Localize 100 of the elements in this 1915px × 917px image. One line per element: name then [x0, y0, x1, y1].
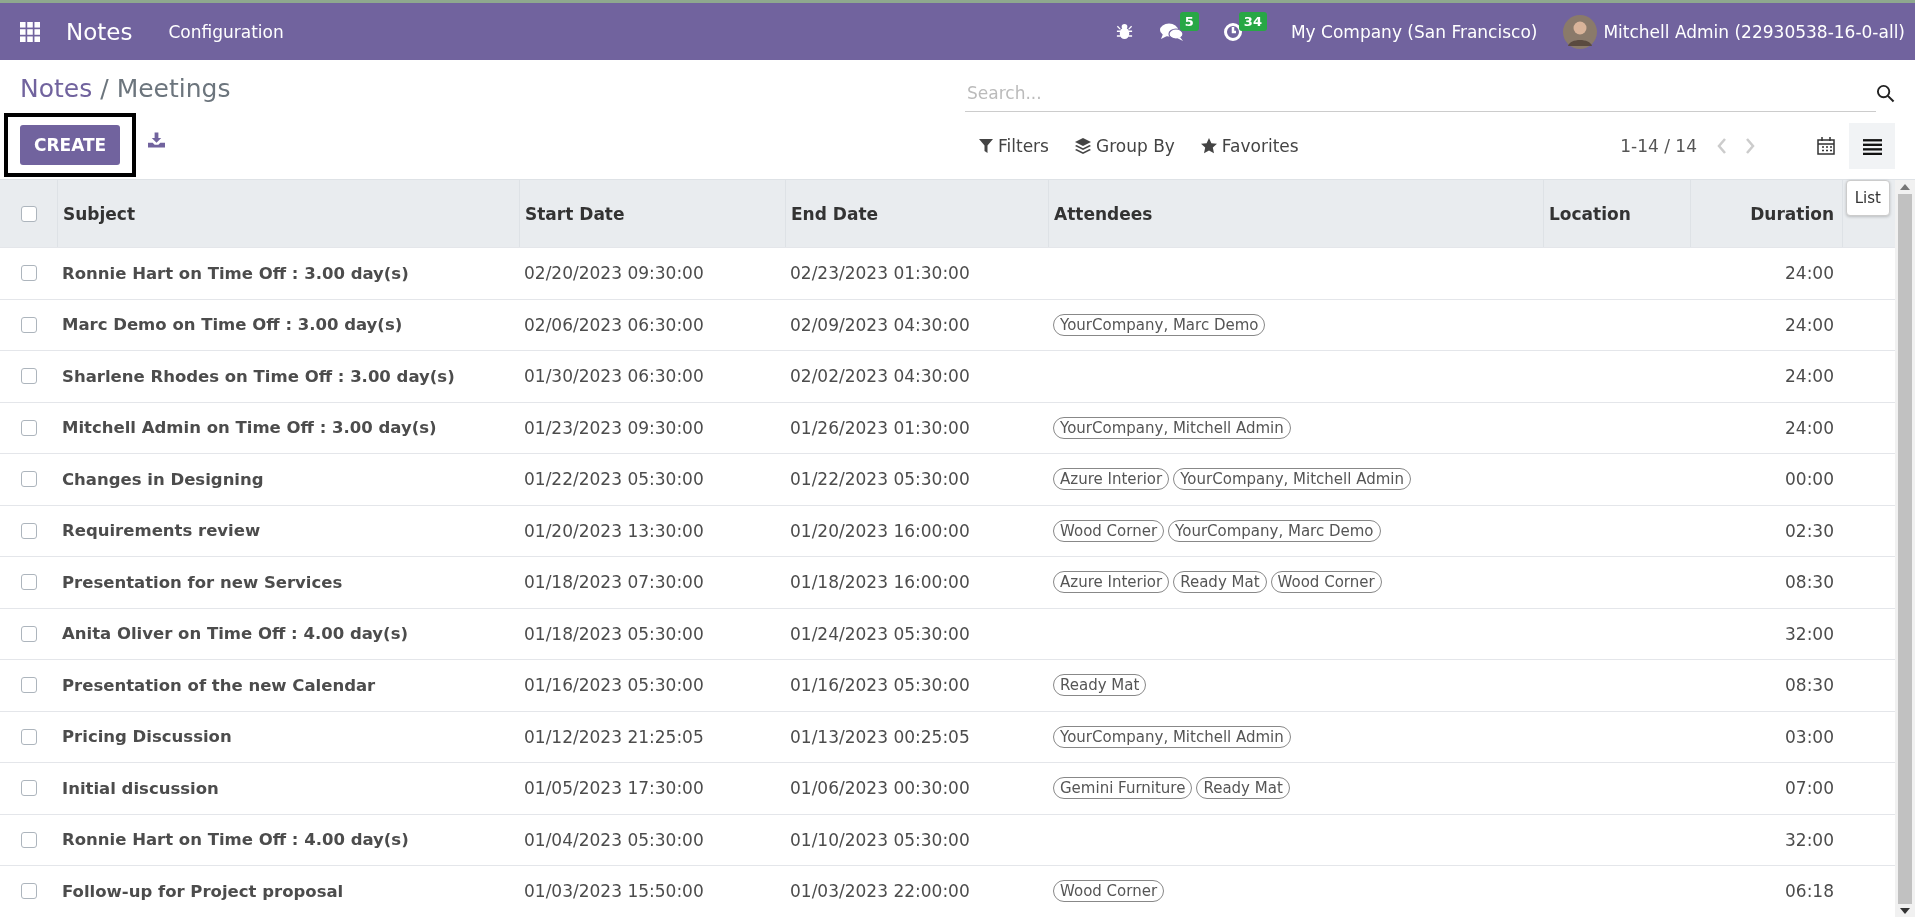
scroll-down-icon[interactable] [1900, 907, 1910, 914]
table-cell-text: 01/20/2023 13:30:00 [523, 519, 705, 543]
next-page-icon[interactable] [1745, 138, 1755, 154]
table-cell-text: 01/30/2023 06:30:00 [523, 365, 705, 389]
table-cell-text: 07:00 [1784, 777, 1835, 801]
row-checkbox[interactable] [20, 574, 37, 591]
table-cell-text: 01/10/2023 05:30:00 [789, 828, 971, 852]
calendar-icon [1817, 137, 1835, 155]
table-cell-text: 01/04/2023 05:30:00 [523, 828, 705, 852]
row-checkbox[interactable] [20, 368, 37, 385]
row-checkbox[interactable] [20, 471, 37, 488]
table-cell-text: Ronnie Hart on Time Off : 3.00 day(s) [61, 262, 410, 285]
tooltip: List [1845, 180, 1890, 216]
table-cell-text: Presentation of the new Calendar [61, 674, 377, 697]
row-checkbox[interactable] [20, 780, 37, 797]
table-cell-text: 02/02/2023 04:30:00 [789, 365, 971, 389]
row-checkbox[interactable] [20, 419, 37, 436]
row-checkbox[interactable] [20, 677, 37, 694]
table-cell-text: 24:00 [1784, 313, 1835, 337]
table-cell-text: 01/06/2023 00:30:00 [789, 777, 971, 801]
table-cell-text: Mitchell Admin on Time Off : 3.00 day(s) [61, 417, 438, 440]
table-cell-text: 02/06/2023 06:30:00 [523, 313, 705, 337]
table-cell-text: 08:30 [1784, 571, 1835, 595]
table-cell-text: 00:00 [1784, 468, 1835, 492]
app-title[interactable]: Notes [66, 18, 133, 45]
activities-count: 34 [1238, 11, 1267, 31]
apps-menu-icon[interactable] [20, 21, 40, 42]
breadcrumb-separator: / [100, 74, 109, 103]
breadcrumb-link[interactable]: Notes [20, 74, 93, 103]
table-cell-text: 01/20/2023 16:00:00 [789, 519, 971, 543]
pager-value: 1-14 / 14 [1620, 136, 1697, 156]
table-cell-text: Presentation for new Services [61, 571, 344, 594]
clock-icon[interactable] [1222, 21, 1243, 42]
table-cell-text: 01/12/2023 21:25:05 [523, 725, 705, 749]
table-cell-text: 01/05/2023 17:30:00 [523, 777, 705, 801]
row-checkbox[interactable] [20, 316, 37, 333]
table-cell-text: 02/09/2023 04:30:00 [789, 313, 971, 337]
row-checkbox[interactable] [20, 728, 37, 745]
user-menu[interactable]: Mitchell Admin (22930538-16-0-all) [1603, 21, 1905, 42]
breadcrumb-current: Meetings [116, 74, 231, 103]
table-cell-text: 01/03/2023 15:50:00 [523, 880, 705, 904]
table-cell-text: Changes in Designing [61, 468, 265, 491]
table-cell-text: 24:00 [1784, 365, 1835, 389]
table-cell-text: Sharlene Rhodes on Time Off : 3.00 day(s) [61, 365, 456, 388]
company-switcher[interactable]: My Company (San Francisco) [1290, 21, 1538, 42]
row-checkbox[interactable] [20, 625, 37, 642]
table-cell-text: 32:00 [1784, 828, 1835, 852]
table-cell-text: 01/16/2023 05:30:00 [789, 674, 971, 698]
row-checkbox[interactable] [20, 883, 37, 900]
table-cell-text: 24:00 [1784, 416, 1835, 440]
table-cell-text: Pricing Discussion [61, 726, 233, 749]
table-cell-text: 01/22/2023 05:30:00 [523, 468, 705, 492]
column-header[interactable]: Duration [1690, 180, 1842, 247]
scroll-up-icon[interactable] [1900, 184, 1910, 190]
previous-page-icon[interactable] [1717, 138, 1727, 154]
list-icon [1862, 137, 1882, 155]
list-view-button[interactable] [1849, 123, 1895, 169]
filter-icon [979, 139, 993, 153]
table-cell-text: 03:00 [1784, 725, 1835, 749]
filters-dropdown[interactable]: Filters [979, 136, 1049, 156]
favorites-dropdown[interactable]: Favorites [1200, 136, 1299, 156]
select-all-checkbox[interactable] [20, 205, 37, 222]
bug-icon[interactable] [1114, 22, 1134, 41]
table-cell-text: 24:00 [1784, 262, 1835, 286]
table-cell-text: 01/16/2023 05:30:00 [523, 674, 705, 698]
table-cell-text: Marc Demo on Time Off : 3.00 day(s) [61, 314, 404, 337]
table-cell-text: 01/26/2023 01:30:00 [789, 416, 971, 440]
download-icon[interactable] [148, 132, 166, 148]
table-cell-text: 01/18/2023 05:30:00 [523, 622, 705, 646]
row-checkbox[interactable] [20, 265, 37, 282]
column-header[interactable]: Start Date [519, 180, 785, 247]
column-header[interactable]: End Date [785, 180, 1048, 247]
column-header[interactable]: Subject [57, 180, 519, 247]
group-by-dropdown[interactable]: Group By [1074, 136, 1175, 156]
table-cell-text: 01/13/2023 00:25:05 [789, 725, 971, 749]
messages-count: 5 [1179, 11, 1199, 31]
layers-icon [1074, 138, 1091, 154]
menu-item[interactable]: Configuration [168, 21, 284, 42]
table-cell-text: 06:18 [1784, 880, 1835, 904]
table-cell-text: Anita Oliver on Time Off : 4.00 day(s) [61, 623, 409, 646]
search-icon[interactable] [1876, 83, 1895, 103]
column-header[interactable]: Location [1543, 180, 1690, 247]
table-cell-text: 02:30 [1784, 519, 1835, 543]
table-cell-text: Initial discussion [61, 777, 220, 800]
table-cell-text: 02/20/2023 09:30:00 [523, 262, 705, 286]
row-checkbox[interactable] [20, 522, 37, 539]
column-header[interactable]: Attendees [1048, 180, 1543, 247]
table-cell-text: 32:00 [1784, 622, 1835, 646]
chat-icon[interactable] [1159, 21, 1184, 42]
table-cell-text: 01/03/2023 22:00:00 [789, 880, 971, 904]
table-cell-text: Ronnie Hart on Time Off : 4.00 day(s) [61, 829, 410, 852]
table-cell-text: 01/23/2023 09:30:00 [523, 416, 705, 440]
star-icon [1200, 138, 1217, 154]
user-avatar [1563, 14, 1598, 49]
table-cell-text: Requirements review [61, 520, 262, 543]
create-button[interactable]: CREATE [20, 125, 121, 165]
scrollbar[interactable] [1895, 180, 1915, 917]
table-cell-text: 01/22/2023 05:30:00 [789, 468, 971, 492]
table-cell-text: 08:30 [1784, 674, 1835, 698]
row-checkbox[interactable] [20, 831, 37, 848]
